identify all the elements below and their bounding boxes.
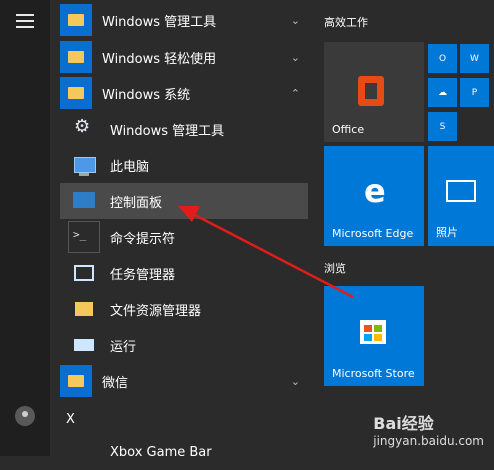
watermark: Bai经验 jingyan.baidu.com xyxy=(373,414,484,448)
annotation-arrow xyxy=(178,206,354,299)
